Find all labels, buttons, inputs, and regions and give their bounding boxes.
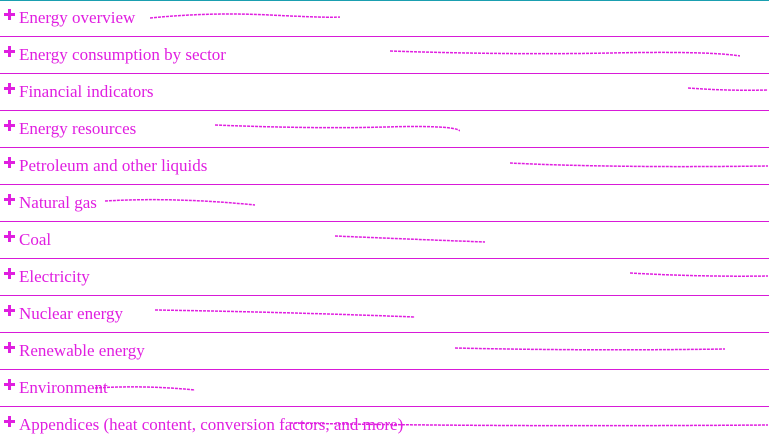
section-label: Financial indicators [19, 82, 154, 101]
plus-icon [4, 268, 15, 279]
decorative-streak [95, 386, 195, 391]
decorative-streak [290, 422, 768, 427]
decorative-streak [455, 347, 725, 351]
section-label: Nuclear energy [19, 304, 123, 323]
plus-icon [4, 157, 15, 168]
section-renewable-energy[interactable]: Renewable energy [0, 333, 769, 370]
decorative-streak [215, 124, 460, 132]
section-label: Energy consumption by sector [19, 45, 226, 64]
plus-icon [4, 342, 15, 353]
plus-icon [4, 83, 15, 94]
decorative-streak [105, 198, 255, 206]
section-nuclear-energy[interactable]: Nuclear energy [0, 296, 769, 333]
section-appendices[interactable]: Appendices (heat content, conversion fac… [0, 407, 769, 444]
section-energy-overview[interactable]: Energy overview [0, 0, 769, 37]
decorative-streak [155, 309, 415, 318]
decorative-streak [510, 162, 768, 168]
section-natural-gas[interactable]: Natural gas [0, 185, 769, 222]
section-label: Natural gas [19, 193, 97, 212]
plus-icon [4, 120, 15, 131]
section-label: Petroleum and other liquids [19, 156, 208, 175]
section-petroleum-and-other-liquids[interactable]: Petroleum and other liquids [0, 148, 769, 185]
section-environment[interactable]: Environment [0, 370, 769, 407]
plus-icon [4, 46, 15, 57]
plus-icon [4, 9, 15, 20]
decorative-streak [688, 87, 768, 91]
section-accordion: Energy overview Energy consumption by se… [0, 0, 769, 444]
plus-icon [4, 194, 15, 205]
section-label: Electricity [19, 267, 90, 286]
decorative-streak [335, 235, 485, 243]
decorative-streak [630, 272, 768, 277]
section-label: Coal [19, 230, 52, 249]
decorative-streak [150, 13, 340, 19]
section-financial-indicators[interactable]: Financial indicators [0, 74, 769, 111]
plus-icon [4, 379, 15, 390]
plus-icon [4, 231, 15, 242]
plus-icon [4, 305, 15, 316]
decorative-streak [390, 50, 740, 57]
section-electricity[interactable]: Electricity [0, 259, 769, 296]
section-coal[interactable]: Coal [0, 222, 769, 259]
section-energy-consumption-by-sector[interactable]: Energy consumption by sector [0, 37, 769, 74]
section-energy-resources[interactable]: Energy resources [0, 111, 769, 148]
section-label: Energy resources [19, 119, 137, 138]
section-label: Renewable energy [19, 341, 145, 360]
plus-icon [4, 416, 15, 427]
section-label: Energy overview [19, 8, 136, 27]
